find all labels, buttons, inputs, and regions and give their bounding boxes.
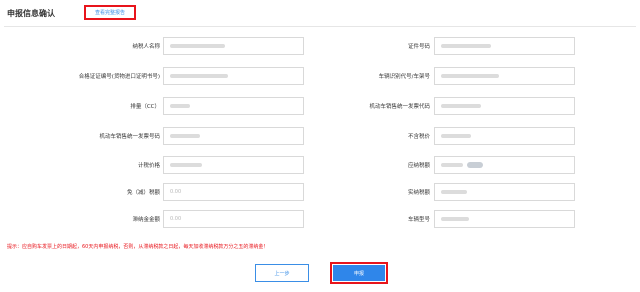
redacted-value [441,44,491,48]
redacted-value [170,163,202,167]
late-fee-notice: 提示：应自购车发票上的日期起，60天内申报纳税，否则，从滞纳税款之日起，每天加收… [7,244,269,250]
redacted-value [170,104,190,108]
certificate-number-label: 合格证证编号(货物进口证明书号) [78,74,160,80]
form-row: 纳税人名称 证件号码 [0,37,640,55]
redacted-value [170,44,225,48]
redacted-value [441,217,469,221]
certificate-number-input[interactable] [163,67,304,85]
invoice-code-input[interactable] [434,97,575,115]
header-divider [4,26,636,27]
tax-reduction-input[interactable]: 0.00 [163,183,304,201]
submit-highlight-frame: 申报 [330,262,388,284]
redacted-value [441,190,467,194]
redacted-value [441,163,463,167]
form-row: 合格证证编号(货物进口证明书号) 车辆识别代号/车架号 [0,67,640,85]
taxpayer-name-input[interactable] [163,37,304,55]
price-excl-tax-label: 不含税价 [407,134,430,140]
invoice-number-input[interactable] [163,127,304,145]
redacted-value [170,134,200,138]
taxable-price-input[interactable] [163,156,304,174]
form-row: 机动车销售统一发票号码 不含税价 [0,127,640,145]
vehicle-model-label: 车辆型号 [407,217,430,223]
displacement-label: 排量（CC） [130,104,160,110]
tax-paid-label: 实纳税额 [407,190,430,196]
page-header: 申报信息确认 查看完整报告 [0,0,640,26]
vin-input[interactable] [434,67,575,85]
tax-paid-input[interactable] [434,183,575,201]
redacted-value [170,74,228,78]
taxable-price-label: 计税价格 [137,163,160,169]
form-row: 排量（CC） 机动车销售统一发票代码 [0,97,640,115]
displacement-input[interactable] [163,97,304,115]
vin-label: 车辆识别代号/车架号 [378,74,430,80]
view-full-report-button[interactable]: 查看完整报告 [84,5,136,20]
previous-step-button[interactable]: 上一步 [255,264,309,282]
form-row: 计税价格 应纳税额 [0,156,640,174]
late-fee-input[interactable]: 0.00 [163,210,304,228]
id-number-input[interactable] [434,37,575,55]
submit-declaration-button[interactable]: 申报 [333,265,385,281]
late-fee-label: 滞纳金金额 [132,217,160,223]
taxpayer-name-label: 纳税人名称 [132,44,160,50]
redacted-value [441,134,471,138]
invoice-number-label: 机动车销售统一发票号码 [99,134,160,140]
invoice-code-label: 机动车销售统一发票代码 [369,104,430,110]
tax-payable-label: 应纳税额 [407,163,430,169]
id-number-label: 证件号码 [407,44,430,50]
tax-payable-input[interactable] [434,156,575,174]
price-excl-tax-input[interactable] [434,127,575,145]
vehicle-model-input[interactable] [434,210,575,228]
redacted-value [441,104,481,108]
tax-reduction-label: 免（减）税额 [126,190,160,196]
form-row: 滞纳金金额 0.00 车辆型号 [0,210,640,228]
page-title: 申报信息确认 [7,9,55,18]
redacted-value [467,162,483,168]
form-row: 免（减）税额 0.00 实纳税额 [0,183,640,201]
redacted-value [441,74,499,78]
